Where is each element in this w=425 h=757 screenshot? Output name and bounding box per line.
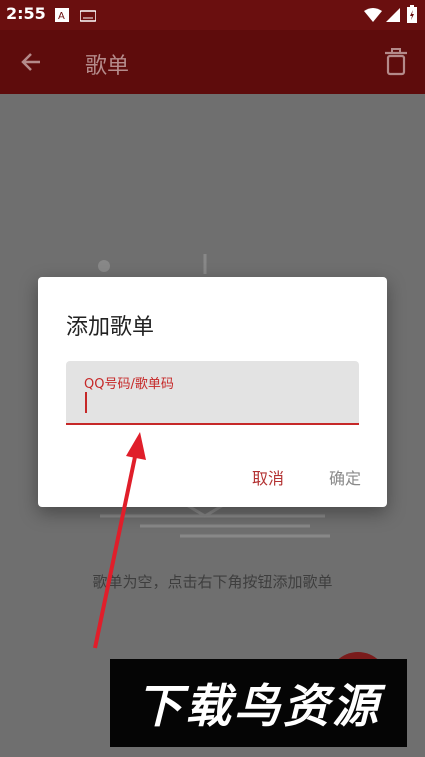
app-notification-icon: A [55,7,69,26]
app-bar: 歌单 [0,30,425,94]
status-bar: 2:55 A [0,0,425,30]
page-title: 歌单 [85,54,130,79]
add-playlist-dialog: 添加歌单 QQ号码/歌单码 取消 确定 [38,277,387,507]
empty-state-message: 歌单为空，点击右下角按钮添加歌单 [92,573,333,591]
trash-icon[interactable] [384,48,408,76]
battery-icon [407,5,417,27]
text-cursor [85,392,87,413]
watermark-logo: 下载鸟资源 [110,659,407,747]
arrow-back-icon[interactable] [18,48,46,76]
wifi-icon [364,7,382,26]
cancel-button[interactable]: 取消 [252,465,284,489]
confirm-button[interactable]: 确定 [329,465,361,489]
svg-text:A: A [58,11,65,22]
watermark-text: 下载鸟资源 [136,679,381,733]
field-label: QQ号码/歌单码 [84,377,174,392]
playlist-code-input[interactable]: QQ号码/歌单码 [66,361,359,425]
signal-icon [386,7,400,26]
status-time: 2:55 [6,4,46,23]
keyboard-icon [79,7,97,26]
dialog-title: 添加歌单 [66,315,155,340]
